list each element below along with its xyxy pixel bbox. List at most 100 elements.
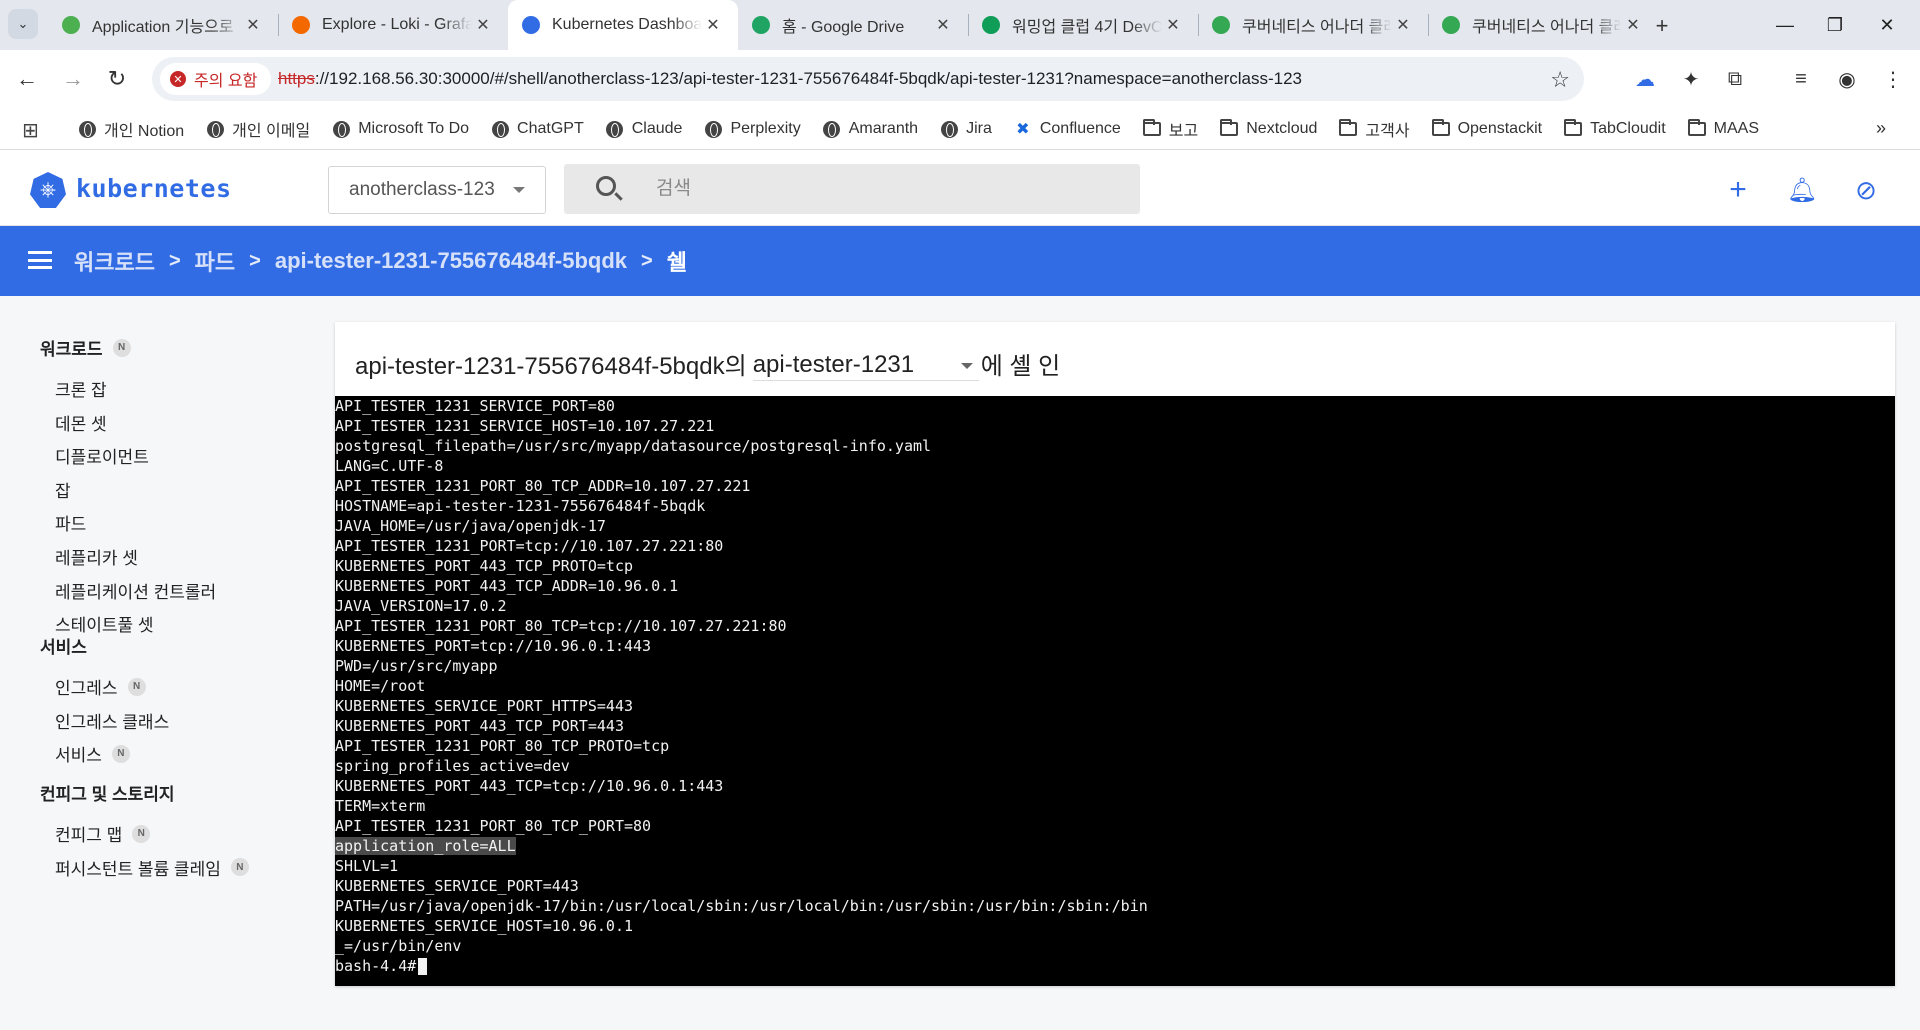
account-icon: ⊘ [1855, 174, 1877, 205]
add-resource-button[interactable]: + [1720, 172, 1756, 208]
bookmark-item[interactable]: Claude [606, 120, 682, 138]
shell-pod-label: api-tester-1231-755676484f-5bqdk의 [355, 353, 747, 380]
bookmark-item[interactable]: Jira [940, 120, 992, 138]
sidebar-item[interactable]: 서비스 N [55, 741, 130, 766]
browser-tab[interactable]: 쿠버네티스 어나더 클래스✕ [1198, 0, 1428, 50]
terminal-line-text: _=/usr/bin/env [335, 937, 462, 955]
breadcrumb-item[interactable]: api-tester-1231-755676484f-5bqdk [275, 248, 627, 274]
folder-icon [1339, 119, 1358, 138]
browser-tab[interactable]: Application 기능으로 ✕ [48, 0, 278, 50]
sidebar-section-title[interactable]: 컨피그 및 스토리지 [40, 780, 175, 805]
sidebar-section-title[interactable]: 서비스 [40, 633, 87, 658]
sidebar-item[interactable]: 인그레스 N [55, 674, 146, 699]
sidebar-item[interactable]: 잡 [55, 477, 71, 502]
terminal-line-text: API_TESTER_1231_SERVICE_HOST=10.107.27.2… [335, 417, 715, 435]
terminal-line-text: HOSTNAME=api-tester-1231-755676484f-5bqd… [335, 497, 706, 515]
kubernetes-logo-icon[interactable]: ⎈ [30, 172, 66, 208]
terminal-line-text: bash-4.4# [335, 957, 417, 975]
sidebar-item[interactable]: 크론 잡 [55, 376, 107, 401]
terminal-line: API_TESTER_1231_PORT_80_TCP_ADDR=10.107.… [335, 476, 1895, 496]
extension-icon[interactable]: ✦ [1676, 64, 1706, 94]
bookmark-item[interactable]: 보고 [1142, 117, 1199, 141]
container-select[interactable]: api-tester-1231 [752, 351, 979, 381]
url-text[interactable]: https://192.168.56.30:30000/#/shell/anot… [278, 69, 1302, 89]
browser-tab[interactable]: 쿠버네티스 어나더 클래스✕ [1428, 0, 1658, 50]
bookmark-item[interactable]: 개인 Notion [78, 117, 184, 141]
bookmark-item[interactable]: Nextcloud [1220, 119, 1317, 138]
bookmark-item[interactable]: Perplexity [704, 120, 801, 138]
sidebar-item[interactable]: 컨피그 맵 N [55, 821, 151, 846]
tab-search-menu-button[interactable]: ⌄ [8, 9, 38, 39]
close-tab-icon[interactable]: ✕ [1622, 14, 1644, 36]
media-control-icon[interactable]: ≡ [1786, 64, 1816, 94]
terminal-line-text: PWD=/usr/src/myapp [335, 657, 498, 675]
apps-grid-icon[interactable]: ⊞ [22, 118, 39, 143]
cloud-extension-icon[interactable]: ☁ [1630, 64, 1660, 94]
sidebar-item[interactable]: 퍼시스턴트 볼륨 클레임 N [55, 855, 249, 880]
address-bar[interactable]: ✕ 주의 요함 https://192.168.56.30:30000/#/sh… [152, 57, 1584, 101]
kebab-menu-icon[interactable]: ⋮ [1878, 64, 1908, 94]
close-tab-icon[interactable]: ✕ [1392, 14, 1414, 36]
bookmark-item[interactable]: MAAS [1687, 119, 1759, 138]
sidebar-item[interactable]: 디플로이먼트 [55, 443, 149, 468]
security-warning-chip[interactable]: ✕ 주의 요함 [160, 63, 272, 95]
globe-icon [606, 120, 624, 138]
bookmark-star-icon[interactable]: ☆ [1550, 67, 1570, 93]
breadcrumb-item[interactable]: 워크로드 [74, 245, 155, 277]
back-button[interactable]: ← [12, 64, 42, 94]
notifications-button[interactable]: 🔔︎ [1784, 172, 1820, 208]
terminal-line: KUBERNETES_PORT_443_TCP_PROTO=tcp [335, 556, 1895, 576]
search-input[interactable] [656, 164, 1116, 214]
bookmark-item[interactable]: 개인 이메일 [206, 117, 310, 141]
sidebar-item[interactable]: 레플리케이션 컨트롤러 [55, 578, 216, 603]
hamburger-menu-icon[interactable] [28, 251, 52, 269]
sidebar-item[interactable]: 인그레스 클래스 [55, 708, 169, 733]
dropdown-arrow-icon [513, 187, 525, 193]
close-tab-icon[interactable]: ✕ [702, 14, 724, 36]
sidebar-item[interactable]: 레플리카 셋 [55, 544, 138, 569]
restore-window-button[interactable]: ❐ [1810, 10, 1860, 40]
close-tab-icon[interactable]: ✕ [932, 14, 954, 36]
close-tab-icon[interactable]: ✕ [242, 14, 264, 36]
bookmark-label: 개인 이메일 [232, 123, 311, 140]
breadcrumb: 워크로드 > 파드 > api-tester-1231-755676484f-5bqdk… [74, 226, 687, 296]
puzzle-extensions-icon[interactable]: ⧉ [1720, 64, 1750, 94]
close-window-button[interactable]: ✕ [1862, 10, 1912, 40]
user-account-button[interactable]: ⊘ [1848, 172, 1884, 208]
bookmark-label: 보고 [1168, 123, 1199, 140]
namespace-select[interactable]: anotherclass-123 [328, 166, 546, 214]
bookmark-item[interactable]: Amaranth [823, 120, 918, 138]
bookmark-item[interactable]: Openstackit [1431, 119, 1542, 138]
terminal-line: HOME=/root [335, 676, 1895, 696]
reload-button[interactable]: ↻ [102, 64, 132, 94]
bookmark-label: TabCloudit [1590, 120, 1666, 137]
sidebar-section-title[interactable]: 워크로드 N [40, 335, 131, 360]
bookmark-item[interactable]: 고객사 [1339, 117, 1410, 141]
bookmark-item[interactable]: TabCloudit [1564, 119, 1666, 138]
search-box[interactable] [564, 164, 1140, 214]
close-tab-icon[interactable]: ✕ [472, 14, 494, 36]
bookmark-label: 고객사 [1365, 123, 1410, 140]
minimize-window-button[interactable]: — [1760, 10, 1810, 40]
sidebar-item[interactable]: 파드 [55, 510, 86, 535]
breadcrumb-item[interactable]: 파드 [195, 245, 235, 277]
sidebar-item[interactable]: 데몬 셋 [55, 410, 107, 435]
bookmark-item[interactable]: ChatGPT [491, 120, 584, 138]
terminal-line: LANG=C.UTF-8 [335, 456, 1895, 476]
close-tab-icon[interactable]: ✕ [1162, 14, 1184, 36]
new-tab-button[interactable]: + [1648, 12, 1676, 40]
app-logo-text[interactable]: kubernetes [76, 174, 232, 203]
bookmark-item[interactable]: Microsoft To Do [332, 120, 469, 138]
terminal[interactable]: API_TESTER_1231_SERVICE_PORT=80 API_TESTE… [335, 396, 1895, 986]
bookmark-item[interactable]: ✖ Confluence [1014, 120, 1121, 138]
sidebar-item-label: 잡 [55, 481, 71, 501]
browser-tab[interactable]: Kubernetes Dashboard ✕ [508, 0, 738, 50]
browser-tab[interactable]: 홈 - Google Drive ✕ [738, 0, 968, 50]
forward-button[interactable]: → [58, 64, 88, 94]
terminal-line-text: postgresql_filepath=/usr/src/myapp/datas… [335, 437, 932, 455]
profile-avatar-icon[interactable]: ◉ [1832, 64, 1862, 94]
more-bookmarks-icon[interactable]: » [1876, 118, 1886, 139]
browser-tab[interactable]: 워밍업 클럽 4기 DevOps✕ [968, 0, 1198, 50]
browser-tab[interactable]: Explore - Loki - Grafana✕ [278, 0, 508, 50]
new-badge: N [230, 858, 249, 877]
